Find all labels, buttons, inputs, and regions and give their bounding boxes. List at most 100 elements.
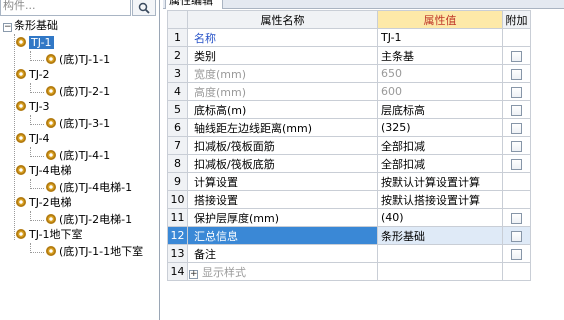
tree-item-tj-1-basement[interactable]: TJ-1地下室: [16, 227, 83, 243]
property-name: 轴线距左边线距离(mm): [187, 118, 378, 137]
property-value[interactable]: 条形基础: [377, 226, 503, 245]
extra-cell: [502, 154, 531, 173]
tree-item-tj-4[interactable]: TJ-4: [16, 131, 50, 147]
tab-property-edit[interactable]: 属性编辑: [165, 0, 223, 9]
search-button[interactable]: [132, 0, 156, 16]
tree-subitem[interactable]: (底)TJ-2-1: [46, 84, 110, 100]
property-name: 类别: [187, 46, 378, 65]
property-value[interactable]: TJ-1: [377, 28, 503, 47]
tree-subitem[interactable]: (底)TJ-4电梯-1: [46, 180, 132, 196]
property-value[interactable]: 全部扣减: [377, 136, 503, 155]
property-value[interactable]: 650: [377, 64, 503, 83]
table-row[interactable]: 6 轴线距左边线距离(mm) (325): [167, 118, 531, 137]
gear-icon: [46, 214, 56, 224]
row-index: 14: [167, 262, 188, 281]
table-row[interactable]: 4 高度(mm) 600: [167, 82, 531, 101]
property-value[interactable]: [377, 262, 503, 281]
table-row[interactable]: 14 + 显示样式: [167, 262, 531, 281]
row-index: 10: [167, 190, 188, 209]
extra-checkbox[interactable]: [511, 104, 522, 116]
property-value[interactable]: 600: [377, 82, 503, 101]
table-row[interactable]: 9 计算设置 按默认计算设置计算: [167, 172, 531, 191]
extra-checkbox[interactable]: [511, 158, 522, 170]
header-value[interactable]: 属性值: [377, 10, 503, 29]
property-value[interactable]: 按默认搭接设置计算: [377, 190, 503, 209]
extra-checkbox[interactable]: [511, 248, 522, 260]
tree-subitem-label: (底)TJ-2电梯-1: [59, 213, 133, 226]
extra-checkbox[interactable]: [511, 50, 522, 62]
tree-item-tj-4-elevator[interactable]: TJ-4电梯: [16, 163, 72, 179]
tree-subitem[interactable]: (底)TJ-1-1地下室: [46, 244, 143, 260]
table-row-selected[interactable]: 12 汇总信息 条形基础: [167, 226, 531, 245]
tree-subitem-label: (底)TJ-2-1: [59, 85, 111, 98]
tree-subitem[interactable]: (底)TJ-3-1: [46, 116, 110, 132]
gear-icon: [16, 101, 26, 111]
table-row[interactable]: 11 保护层厚度(mm) (40): [167, 208, 531, 227]
row-index: 6: [167, 118, 188, 137]
table-row[interactable]: 3 宽度(mm) 650: [167, 64, 531, 83]
property-name: 扣减板/筏板底筋: [187, 154, 378, 173]
gear-icon: [46, 150, 56, 160]
tree-subitem[interactable]: (底)TJ-1-1: [46, 52, 110, 68]
property-name-group[interactable]: + 显示样式: [187, 262, 378, 281]
tree-subitem-label: (底)TJ-1-1地下室: [59, 245, 144, 258]
tree-item-tj-1[interactable]: TJ-1: [16, 35, 54, 51]
table-row[interactable]: 2 类别 主条基: [167, 46, 531, 65]
header-extra[interactable]: 附加: [502, 10, 531, 29]
property-name: 保护层厚度(mm): [187, 208, 378, 227]
row-index: 2: [167, 46, 188, 65]
property-value[interactable]: 层底标高: [377, 100, 503, 119]
gear-icon: [46, 54, 56, 64]
row-index: 5: [167, 100, 188, 119]
extra-cell: [502, 64, 531, 83]
extra-cell: [502, 190, 531, 209]
table-row[interactable]: 13 备注: [167, 244, 531, 263]
extra-cell: [502, 262, 531, 281]
tree-item-label: TJ-4电梯: [29, 164, 72, 177]
property-value[interactable]: (40): [377, 208, 503, 227]
property-value[interactable]: [377, 244, 503, 263]
tree-subitem[interactable]: (底)TJ-2电梯-1: [46, 212, 132, 228]
header-name[interactable]: 属性名称: [187, 10, 378, 29]
property-value[interactable]: (325): [377, 118, 503, 137]
tree-subitem-label: (底)TJ-4电梯-1: [59, 181, 133, 194]
table-row[interactable]: 1 名称 TJ-1: [167, 28, 531, 47]
table-row[interactable]: 7 扣减板/筏板面筋 全部扣减: [167, 136, 531, 155]
extra-checkbox[interactable]: [511, 68, 522, 80]
row-index: 12: [167, 226, 188, 245]
extra-checkbox[interactable]: [511, 140, 522, 152]
gear-icon: [16, 165, 26, 175]
property-value[interactable]: 全部扣减: [377, 154, 503, 173]
table-row[interactable]: 10 搭接设置 按默认搭接设置计算: [167, 190, 531, 209]
tree-item-tj-3[interactable]: TJ-3: [16, 99, 50, 115]
grid-header-row: 属性名称 属性值 附加: [167, 10, 531, 29]
gear-icon: [46, 86, 56, 96]
row-index: 1: [167, 28, 188, 47]
table-row[interactable]: 8 扣减板/筏板底筋 全部扣减: [167, 154, 531, 173]
tree-subitem[interactable]: (底)TJ-4-1: [46, 148, 110, 164]
search-input[interactable]: 构件...: [0, 0, 131, 16]
extra-checkbox[interactable]: [511, 86, 522, 98]
tree-item-label: TJ-2: [29, 68, 50, 81]
property-value[interactable]: 按默认计算设置计算: [377, 172, 503, 191]
property-name: 汇总信息: [187, 226, 378, 245]
tree-root[interactable]: − 条形基础: [3, 18, 58, 34]
gear-icon: [46, 182, 56, 192]
extra-cell: [502, 136, 531, 155]
row-index: 8: [167, 154, 188, 173]
collapse-icon[interactable]: −: [3, 23, 12, 32]
tree-item-tj-2-elevator[interactable]: TJ-2电梯: [16, 195, 72, 211]
property-editor-panel: 属性编辑 属性名称 属性值 附加 1 名称 TJ-1 2 类别 主条基 3 宽度…: [163, 0, 564, 320]
tree-item-tj-2[interactable]: TJ-2: [16, 67, 50, 83]
extra-cell: [502, 118, 531, 137]
extra-checkbox[interactable]: [511, 230, 522, 242]
extra-checkbox[interactable]: [511, 122, 522, 134]
tree-item-label: TJ-1: [29, 36, 54, 49]
table-row[interactable]: 5 底标高(m) 层底标高: [167, 100, 531, 119]
extra-cell: [502, 244, 531, 263]
property-value[interactable]: 主条基: [377, 46, 503, 65]
gear-icon: [16, 133, 26, 143]
expand-icon[interactable]: +: [189, 269, 198, 279]
extra-checkbox[interactable]: [511, 212, 522, 224]
gear-icon: [16, 197, 26, 207]
